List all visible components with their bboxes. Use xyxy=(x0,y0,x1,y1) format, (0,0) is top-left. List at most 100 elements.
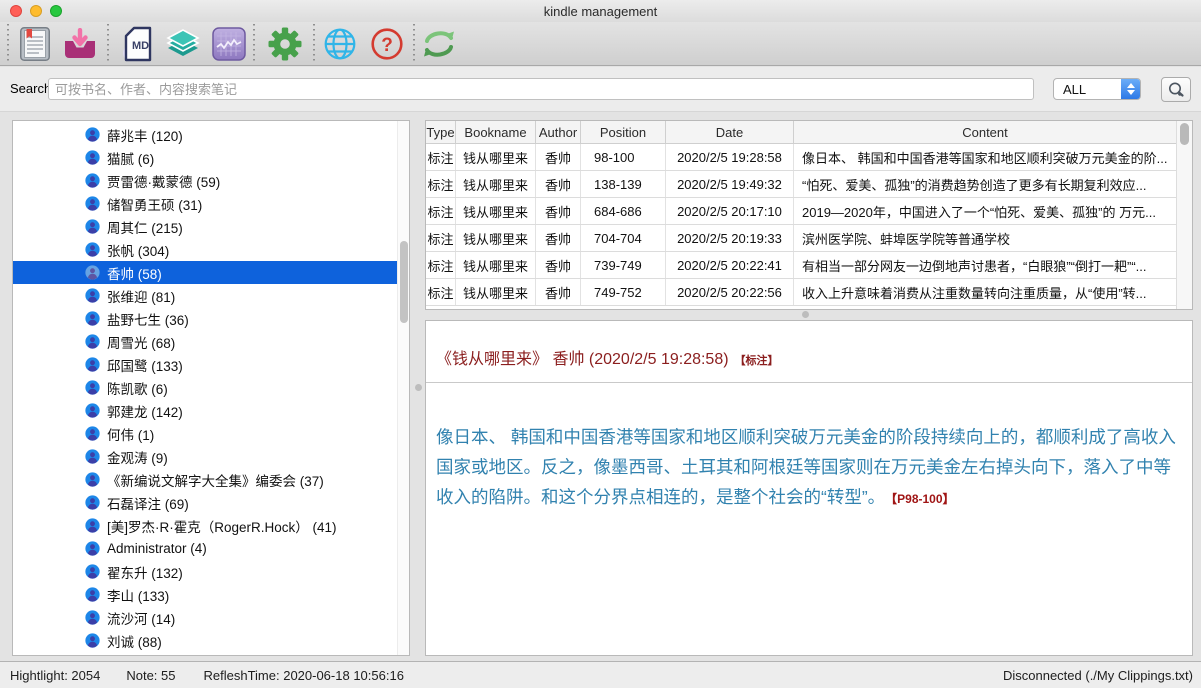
author-list-item[interactable]: 石磊译注 (69) xyxy=(13,491,397,514)
person-icon xyxy=(85,472,100,487)
author-list-item[interactable]: 金观涛 (9) xyxy=(13,445,397,468)
column-header-content[interactable]: Content xyxy=(794,121,1176,143)
sidebar-scrollbar-thumb[interactable] xyxy=(400,241,408,323)
person-icon xyxy=(85,334,100,349)
author-name: [美]罗杰·R·霍克（RogerR.Hock） (41) xyxy=(107,516,337,536)
author-list-item[interactable]: Administrator (4) xyxy=(13,537,397,560)
cell-type: 标注 xyxy=(426,279,456,305)
author-name: 张维迎 (81) xyxy=(107,286,175,306)
cell-date: 2020/2/5 19:28:58 xyxy=(666,144,794,170)
vertical-splitter-handle[interactable] xyxy=(415,384,422,391)
table-body: 标注 钱从哪里来 香帅 98-100 2020/2/5 19:28:58 像日本… xyxy=(426,144,1176,306)
table-row[interactable]: 标注 钱从哪里来 香帅 749-752 2020/2/5 20:22:56 收入… xyxy=(426,279,1176,306)
cell-type: 标注 xyxy=(426,171,456,197)
highlight-count: Hightlight: 2054 xyxy=(10,668,100,683)
window-title: kindle management xyxy=(544,4,657,19)
minimize-button[interactable] xyxy=(30,5,42,17)
sidebar-scrollbar[interactable] xyxy=(397,121,409,655)
column-header-date[interactable]: Date xyxy=(666,121,794,143)
note-type-tag: 【标注】 xyxy=(735,355,779,367)
search-input[interactable] xyxy=(48,78,1034,100)
author-list-item[interactable]: 香帅 (58) xyxy=(13,261,397,284)
author-list-item[interactable]: 储智勇王硕 (31) xyxy=(13,192,397,215)
person-icon xyxy=(85,587,100,602)
cell-date: 2020/2/5 19:49:32 xyxy=(666,171,794,197)
cell-position: 739-749 xyxy=(581,252,666,278)
note-content: 像日本、 韩国和中国香港等国家和地区顺利突破万元美金的阶段持续向上的，都顺利成了… xyxy=(436,427,1176,507)
table-row[interactable]: 标注 钱从哪里来 香帅 704-704 2020/2/5 20:19:33 滨州… xyxy=(426,225,1176,252)
toolbar-separator xyxy=(107,24,109,64)
cell-author: 香帅 xyxy=(536,252,581,278)
markdown-export-button[interactable]: MD xyxy=(118,25,158,63)
column-header-author[interactable]: Author xyxy=(536,121,581,143)
column-header-position[interactable]: Position xyxy=(581,121,666,143)
cell-author: 香帅 xyxy=(536,198,581,224)
table-row[interactable]: 标注 钱从哪里来 香帅 98-100 2020/2/5 19:28:58 像日本… xyxy=(426,144,1176,171)
author-list-item[interactable]: 李山 (133) xyxy=(13,583,397,606)
person-icon xyxy=(85,196,100,211)
statistics-button[interactable] xyxy=(209,25,249,63)
author-list-item[interactable]: 何伟 (1) xyxy=(13,422,397,445)
author-name: 周雪光 (68) xyxy=(107,332,175,352)
author-list-item[interactable]: 刘诚 (88) xyxy=(13,629,397,652)
author-list-item[interactable]: 郭建龙 (142) xyxy=(13,399,397,422)
notes-button[interactable] xyxy=(15,25,55,63)
help-button[interactable]: ? xyxy=(367,25,407,63)
table-row[interactable]: 标注 钱从哪里来 香帅 684-686 2020/2/5 20:17:10 20… xyxy=(426,198,1176,225)
search-button[interactable] xyxy=(1161,77,1191,102)
cell-author: 香帅 xyxy=(536,279,581,305)
table-row[interactable]: 标注 钱从哪里来 香帅 138-139 2020/2/5 19:49:32 “怕… xyxy=(426,171,1176,198)
website-button[interactable] xyxy=(320,25,360,63)
person-icon xyxy=(85,495,100,510)
filter-dropdown[interactable]: ALL xyxy=(1053,78,1141,100)
cell-date: 2020/2/5 20:19:33 xyxy=(666,225,794,251)
author-list-item[interactable]: 盐野七生 (36) xyxy=(13,307,397,330)
author-name: 周其仁 (215) xyxy=(107,217,183,237)
person-icon xyxy=(85,357,100,372)
author-list-item[interactable]: 《新编说文解字大全集》编委会 (37) xyxy=(13,468,397,491)
author-list-item[interactable]: 贾雷德·戴蒙德 (59) xyxy=(13,169,397,192)
toolbar-separator xyxy=(413,24,415,64)
cell-author: 香帅 xyxy=(536,144,581,170)
cell-bookname: 钱从哪里来 xyxy=(456,171,536,197)
search-row: Search ALL xyxy=(0,67,1201,112)
author-list-item[interactable]: 张维迎 (81) xyxy=(13,284,397,307)
author-list-item[interactable]: 流沙河 (14) xyxy=(13,606,397,629)
column-header-type[interactable]: Type xyxy=(426,121,456,143)
author-list-item[interactable]: 猫腻 (6) xyxy=(13,146,397,169)
detail-divider xyxy=(426,382,1192,383)
close-button[interactable] xyxy=(10,5,22,17)
cell-position: 749-752 xyxy=(581,279,666,305)
table-scrollbar-thumb[interactable] xyxy=(1180,123,1189,145)
author-name: 流沙河 (14) xyxy=(107,608,175,628)
author-list-item[interactable]: 张帆 (304) xyxy=(13,238,397,261)
layers-icon xyxy=(166,29,200,59)
author-list-item[interactable]: 邱国鹭 (133) xyxy=(13,353,397,376)
table-scrollbar[interactable] xyxy=(1176,121,1192,309)
connection-status: Disconnected (./My Clippings.txt) xyxy=(1003,668,1193,683)
author-list-item[interactable]: 周其仁 (215) xyxy=(13,215,397,238)
library-button[interactable] xyxy=(163,25,203,63)
refresh-button[interactable] xyxy=(419,25,459,63)
author-list-item[interactable]: 周雪光 (68) xyxy=(13,330,397,353)
settings-button[interactable] xyxy=(265,25,305,63)
note-position-ref: 【P98-100】 xyxy=(891,492,954,506)
column-header-bookname[interactable]: Bookname xyxy=(456,121,536,143)
zoom-button[interactable] xyxy=(50,5,62,17)
author-name: 香帅 (58) xyxy=(107,263,162,283)
author-list-item[interactable]: 翟东升 (132) xyxy=(13,560,397,583)
import-button[interactable] xyxy=(60,25,100,63)
horizontal-splitter-handle[interactable] xyxy=(802,311,809,318)
author-name: 《新编说文解字大全集》编委会 (37) xyxy=(107,470,324,490)
notes-icon xyxy=(20,27,50,61)
author-list-item[interactable]: 陈凯歌 (6) xyxy=(13,376,397,399)
cell-type: 标注 xyxy=(426,144,456,170)
table-row[interactable]: 标注 钱从哪里来 香帅 739-749 2020/2/5 20:22:41 有相… xyxy=(426,252,1176,279)
cell-bookname: 钱从哪里来 xyxy=(456,225,536,251)
search-icon xyxy=(1167,81,1185,99)
titlebar: kindle management xyxy=(0,0,1201,22)
author-name: 猫腻 (6) xyxy=(107,148,154,168)
author-name: 石磊译注 (69) xyxy=(107,493,189,513)
author-list-item[interactable]: [美]罗杰·R·霍克（RogerR.Hock） (41) xyxy=(13,514,397,537)
author-list-item[interactable]: 薛兆丰 (120) xyxy=(13,123,397,146)
